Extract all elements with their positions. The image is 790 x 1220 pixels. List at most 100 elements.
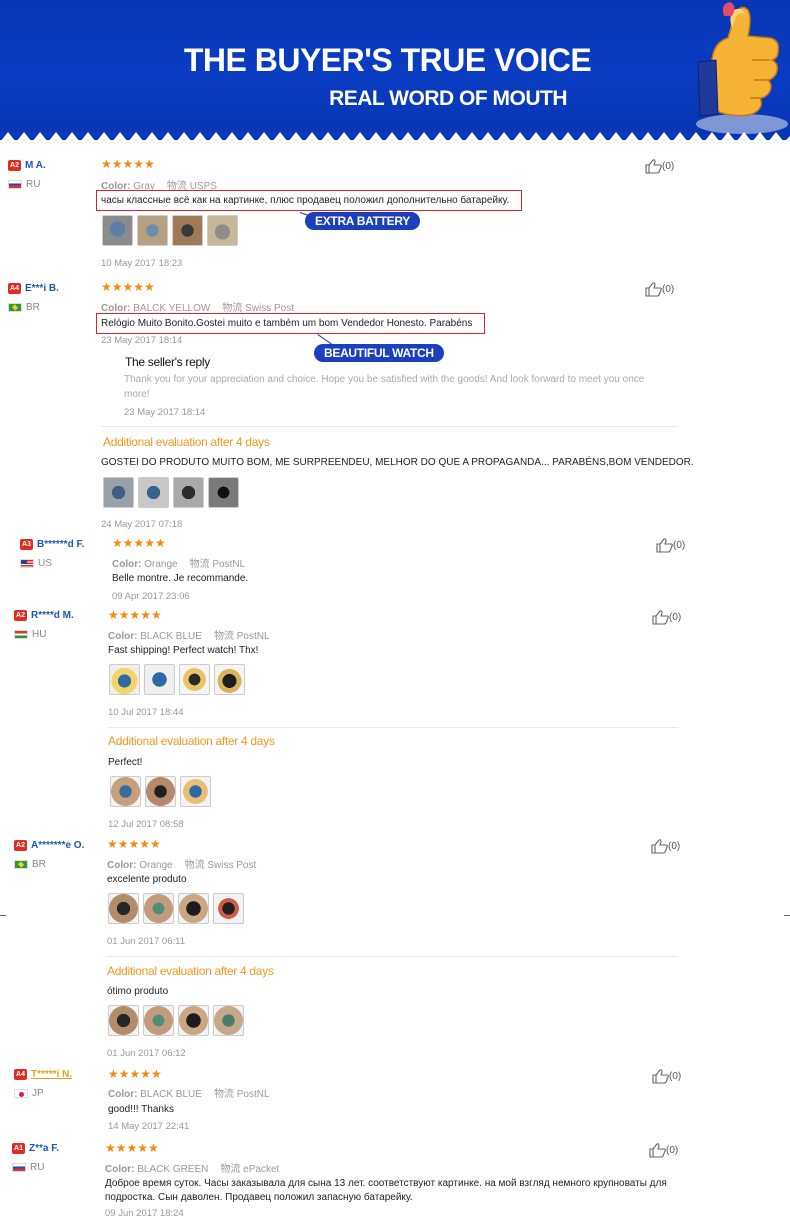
seller-reply-text: Thank you for your appreciation and choi… xyxy=(124,374,645,400)
reviewer-info: A4 T*****i N. JP xyxy=(14,1069,72,1099)
seller-reply-title: The seller's reply xyxy=(125,355,210,369)
review-photo[interactable] xyxy=(137,215,168,246)
reviewer-info: A2 R****d M. HU xyxy=(14,610,74,640)
reviewer-info: A1 Z**a F. RU xyxy=(12,1143,59,1173)
review-photo[interactable] xyxy=(180,776,211,807)
review-photo[interactable] xyxy=(108,1005,139,1036)
review-photos xyxy=(109,664,245,695)
review-photo[interactable] xyxy=(145,776,176,807)
review-photo[interactable] xyxy=(109,664,140,695)
level-badge: A2 xyxy=(14,840,27,851)
review-photo[interactable] xyxy=(179,664,210,695)
like-button[interactable]: (0) xyxy=(645,282,674,297)
country-code: RU xyxy=(26,179,41,191)
review-photo[interactable] xyxy=(173,477,204,508)
edge-mark xyxy=(0,915,6,916)
like-button[interactable]: (0) xyxy=(652,1069,681,1084)
additional-evaluation-title: Additional evaluation after 4 days xyxy=(103,435,270,449)
shipping-method: PostNL xyxy=(212,559,246,570)
reviewer-country: JP xyxy=(14,1088,72,1099)
header-banner: THE BUYER'S TRUE VOICE REAL WORD OF MOUT… xyxy=(0,0,790,140)
review-photo[interactable] xyxy=(143,893,174,924)
additional-date: 24 May 2017 07:18 xyxy=(101,519,183,530)
additional-date: 12 Jul 2017 08:58 xyxy=(108,819,184,830)
like-count: (0) xyxy=(673,540,686,552)
shipping-method: Swiss Post xyxy=(207,860,257,871)
additional-date: 01 Jun 2017 06:12 xyxy=(107,1048,186,1059)
review-text: excelente produto xyxy=(107,874,187,885)
flag-br-icon xyxy=(8,303,22,312)
shipping-method: PostNL xyxy=(236,631,270,642)
color-label: Color: xyxy=(105,1164,135,1175)
banner-subtitle: REAL WORD OF MOUTH xyxy=(329,87,567,110)
review-photo[interactable] xyxy=(213,1005,244,1036)
review-text: часы классные всё как на картинке, плюс … xyxy=(101,195,510,206)
additional-text: ótimo produto xyxy=(107,986,169,997)
review-photo[interactable] xyxy=(102,215,133,246)
like-button[interactable]: (0) xyxy=(649,1143,678,1158)
divider xyxy=(101,426,678,427)
like-button[interactable]: (0) xyxy=(651,839,680,854)
review-photo[interactable] xyxy=(178,1005,209,1036)
shipping-label: 物流 xyxy=(213,1089,234,1100)
country-code: US xyxy=(38,558,52,570)
review-photo[interactable] xyxy=(178,893,209,924)
color-label: Color: xyxy=(108,1089,138,1100)
like-button[interactable]: (0) xyxy=(645,159,674,174)
reviewer-name[interactable]: B******d F. xyxy=(37,539,84,550)
thumbs-up-icon xyxy=(645,159,662,174)
edge-mark xyxy=(784,915,790,916)
shipping-method: PostNL xyxy=(236,1089,270,1100)
additional-photos xyxy=(103,477,239,508)
thumbs-up-icon xyxy=(652,610,669,625)
additional-photos xyxy=(108,1005,244,1036)
review-photo[interactable] xyxy=(213,893,244,924)
shipping-label: 物流 xyxy=(220,1164,241,1175)
thumbs-up-hand-icon xyxy=(672,2,790,140)
like-count: (0) xyxy=(669,612,682,624)
flag-jp-icon xyxy=(14,1089,28,1098)
review-photo[interactable] xyxy=(207,215,238,246)
reviewer-name[interactable]: A*******e O. xyxy=(31,840,84,851)
review-date: 14 May 2017 22:41 xyxy=(108,1121,190,1132)
star-rating: ★★★★★ xyxy=(101,157,155,171)
flag-ru-icon xyxy=(8,180,22,189)
order-meta: Color: BLACK BLUE 物流 PostNL xyxy=(108,627,270,642)
review-photo[interactable] xyxy=(110,776,141,807)
reviewer-name[interactable]: Z**a F. xyxy=(29,1143,59,1154)
like-count: (0) xyxy=(669,1071,682,1083)
review-photo[interactable] xyxy=(172,215,203,246)
level-badge: A4 xyxy=(8,283,21,294)
review-photo[interactable] xyxy=(214,664,245,695)
review-photo[interactable] xyxy=(144,664,175,695)
level-badge: A2 xyxy=(14,610,27,621)
beautiful-watch-tag: BEAUTIFUL WATCH xyxy=(314,344,444,362)
additional-evaluation-title: Additional evaluation after 4 days xyxy=(107,964,274,978)
like-button[interactable]: (0) xyxy=(656,538,685,553)
shipping-label: 物流 xyxy=(213,631,234,642)
order-meta: Color: BALCK YELLOW 物流 Swiss Post xyxy=(101,299,294,314)
shipping-label: 物流 xyxy=(189,559,210,570)
reviewer-name[interactable]: T*****i N. xyxy=(31,1069,72,1080)
review-photo[interactable] xyxy=(208,477,239,508)
order-meta: Color: BLACK BLUE 物流 PostNL xyxy=(108,1085,270,1100)
review-photo[interactable] xyxy=(108,893,139,924)
flag-ru-icon xyxy=(12,1163,26,1172)
additional-text: GOSTEI DO PRODUTO MUITO BOM, ME SURPREEN… xyxy=(101,457,694,468)
review-photo[interactable] xyxy=(103,477,134,508)
country-code: RU xyxy=(30,1162,45,1174)
review-photo[interactable] xyxy=(138,477,169,508)
shipping-label: 物流 xyxy=(184,860,205,871)
like-button[interactable]: (0) xyxy=(652,610,681,625)
reviewer-name[interactable]: E***i B. xyxy=(25,283,59,294)
reviewer-country: RU xyxy=(12,1162,59,1173)
review-photo[interactable] xyxy=(143,1005,174,1036)
star-rating: ★★★★★ xyxy=(108,1067,162,1081)
review-date: 09 Apr 2017 23:06 xyxy=(112,591,190,602)
reviewer-name[interactable]: R****d M. xyxy=(31,610,74,621)
reviewer-name[interactable]: M A. xyxy=(25,160,46,171)
thumbs-up-icon xyxy=(656,538,673,553)
seller-reply-date: 23 May 2017 18:14 xyxy=(124,407,206,418)
review-date: 10 Jul 2017 18:44 xyxy=(108,707,184,718)
country-code: BR xyxy=(26,302,40,314)
